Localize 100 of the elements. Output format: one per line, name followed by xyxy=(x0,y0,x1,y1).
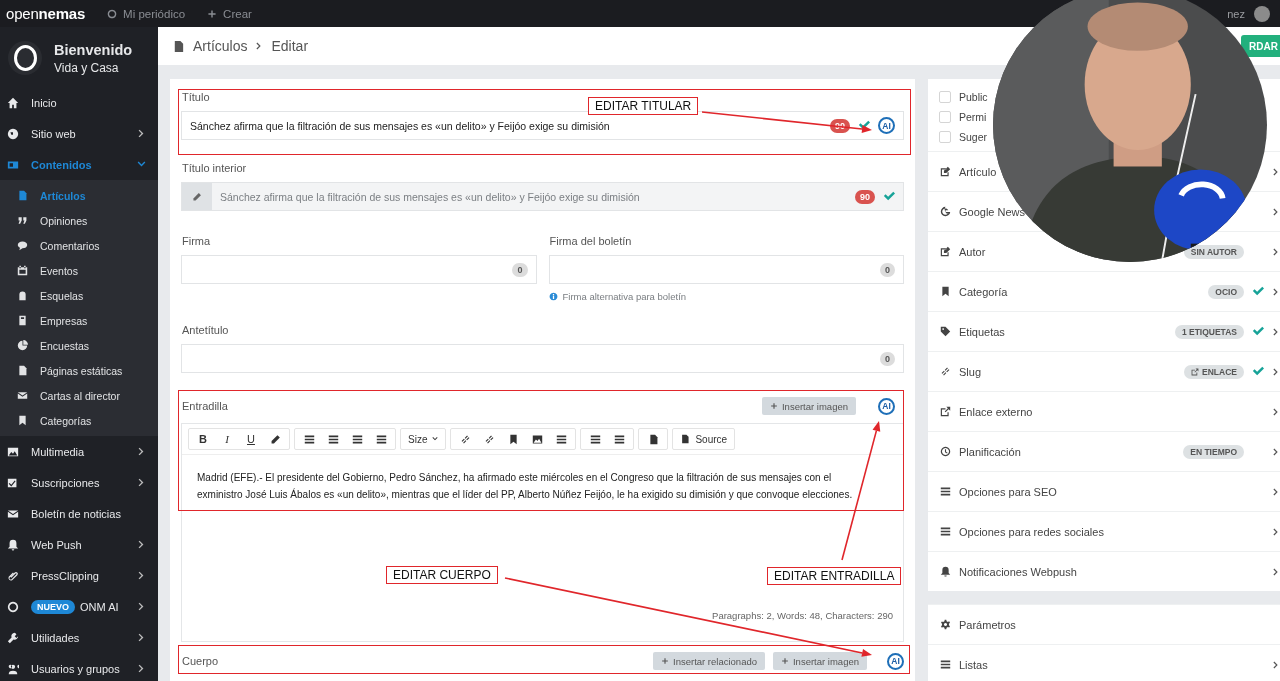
insert-image-button[interactable]: Insertar imagen xyxy=(762,397,856,415)
paperclip-icon xyxy=(7,569,19,582)
panel-row-label[interactable]: Google News xyxy=(959,205,1026,218)
pencil-icon xyxy=(192,191,202,202)
breadcrumb-link[interactable]: Artículos xyxy=(193,38,248,54)
submenu-item[interactable]: Eventos xyxy=(0,258,158,283)
submenu-item[interactable]: Páginas estáticas xyxy=(0,358,158,383)
chevron-right-icon xyxy=(137,539,146,549)
sidebar-item[interactable]: Usuarios y grupos xyxy=(0,653,158,681)
envelope-icon xyxy=(17,390,28,401)
sidebar-item[interactable]: Boletín de noticias xyxy=(0,498,158,529)
inner-title-field[interactable]: Sánchez afirma que la filtración de sus mensajes es «un delito» y Feijóo exige su dimisión 90 xyxy=(181,182,904,211)
checkbox[interactable] xyxy=(939,91,951,103)
field-label: Firma del boletín xyxy=(549,235,633,247)
ai-button[interactable]: AI xyxy=(878,117,895,134)
wrench-icon xyxy=(7,631,19,644)
tag-icon xyxy=(940,326,951,337)
panel-row-label[interactable]: Enlace externo xyxy=(959,405,1033,418)
italic-button[interactable]: I xyxy=(215,429,239,449)
building-icon xyxy=(17,315,28,326)
panel-row-label[interactable]: Categoría xyxy=(959,285,1008,298)
panel-row[interactable]: Listas xyxy=(928,644,1280,681)
panel-row-label[interactable]: Etiquetas xyxy=(959,325,1005,338)
calendar-icon xyxy=(17,265,28,276)
chevron-right-icon xyxy=(137,663,146,673)
list-icon xyxy=(613,433,625,445)
tombstone-icon xyxy=(17,290,28,301)
field-label: Cuerpo xyxy=(182,655,220,667)
sidebar-item[interactable]: Sitio web xyxy=(0,118,158,149)
sidebar-item[interactable]: Contenidos xyxy=(0,149,158,180)
sidebar-item[interactable]: Inicio xyxy=(0,87,158,118)
submenu-item[interactable]: Encuestas xyxy=(0,333,158,358)
sidebar-item[interactable]: Multimedia xyxy=(0,436,158,467)
signature-field[interactable]: 0 xyxy=(548,255,904,284)
ring-logo-icon xyxy=(107,8,118,19)
list-icon xyxy=(375,433,387,445)
panel-row[interactable]: Parámetros xyxy=(928,604,1280,644)
user-name[interactable]: nez xyxy=(1227,7,1245,20)
bookmark-icon xyxy=(507,433,519,445)
ai-button[interactable]: AI xyxy=(878,397,895,415)
g-letter-icon xyxy=(940,206,951,217)
panel-row-label[interactable]: Artículo xyxy=(959,165,997,178)
ai-button[interactable]: AI xyxy=(887,652,904,670)
sidebar-item[interactable]: Utilidades xyxy=(0,622,158,653)
sidebar-item[interactable]: Web Push xyxy=(0,529,158,560)
submenu-item[interactable]: Empresas xyxy=(0,308,158,333)
source-button[interactable]: Source xyxy=(672,428,736,450)
annotation-label: EDITAR TITULAR xyxy=(588,97,699,115)
submenu-item[interactable]: Cartas al director xyxy=(0,383,158,408)
status-badge: 1 ETIQUETAS xyxy=(1174,324,1244,339)
submenu-item[interactable]: Comentarios xyxy=(0,233,158,258)
lead-text[interactable]: Madrid (EFE).- El presidente del Gobierno, Pedro Sánchez, ha afirmado este miércoles en el Congreso que la filtración de sus mensajes con el exministro José Luis Ábalos es «un delito», mientras que el líder del PP, Alberto Núñez Feijóo, le ha exigido su dimisión y que convoque elecciones. xyxy=(197,469,877,504)
insert-button[interactable]: Insertar imagen xyxy=(773,652,867,670)
checkbox[interactable] xyxy=(939,111,951,123)
field-label: Antetítulo xyxy=(182,324,230,336)
option-label: Permi xyxy=(959,111,987,123)
external-link-icon xyxy=(1191,367,1200,376)
checkbox[interactable] xyxy=(939,131,951,143)
top-link[interactable]: Mi periódico xyxy=(107,7,186,20)
sidebar-item[interactable]: PressClipping xyxy=(0,560,158,591)
size-dropdown[interactable]: Size xyxy=(400,428,447,450)
submenu-item[interactable]: Artículos xyxy=(0,183,158,208)
link-icon xyxy=(940,366,951,377)
app-logo[interactable]: opennemas xyxy=(6,5,86,22)
panel-row-label[interactable]: Autor xyxy=(959,245,986,258)
top-link[interactable]: Crear xyxy=(207,7,252,20)
sidebar-item[interactable]: NUEVO ONM AI xyxy=(0,591,158,622)
site-name: Vida y Casa xyxy=(54,60,120,75)
list-icon xyxy=(940,486,951,497)
field-label: Título interior xyxy=(182,162,248,174)
bell-icon xyxy=(7,538,19,551)
panel-row-label[interactable]: Notificaciones Webpush xyxy=(959,565,1077,578)
home-icon xyxy=(7,96,19,109)
panel-row-label[interactable]: Planificación xyxy=(959,445,1021,458)
panel-row-label[interactable]: Opciones para SEO xyxy=(959,485,1057,498)
list-icon xyxy=(555,433,567,445)
checkbox-icon xyxy=(7,476,19,489)
panel-row-label[interactable]: Slug xyxy=(959,365,982,378)
submenu-item[interactable]: Opiniones xyxy=(0,208,158,233)
bold-button[interactable]: B xyxy=(191,429,215,449)
field-label: Entradilla xyxy=(182,400,229,412)
logo-icon xyxy=(8,41,42,75)
signature-field[interactable]: 0 xyxy=(181,255,537,284)
quote-icon xyxy=(17,215,28,226)
checkmark-icon xyxy=(1252,324,1264,337)
submenu-item[interactable]: Esquelas xyxy=(0,283,158,308)
list-icon xyxy=(940,526,951,537)
edit-icon xyxy=(940,246,951,257)
document-icon xyxy=(172,39,185,53)
pie-chart-icon xyxy=(17,340,28,351)
document-icon xyxy=(680,434,691,444)
insert-button[interactable]: Insertar relacionado xyxy=(653,652,765,670)
pretitle-field[interactable]: 0 xyxy=(181,344,904,373)
underline-button[interactable]: U xyxy=(239,429,263,449)
submenu-item[interactable]: Categorías xyxy=(0,408,158,433)
sidebar-item[interactable]: Suscripciones xyxy=(0,467,158,498)
image-icon xyxy=(7,445,19,458)
speech-bubble-icon xyxy=(17,240,28,251)
avatar-icon[interactable] xyxy=(1254,5,1270,22)
panel-row-label[interactable]: Opciones para redes sociales xyxy=(959,525,1104,538)
